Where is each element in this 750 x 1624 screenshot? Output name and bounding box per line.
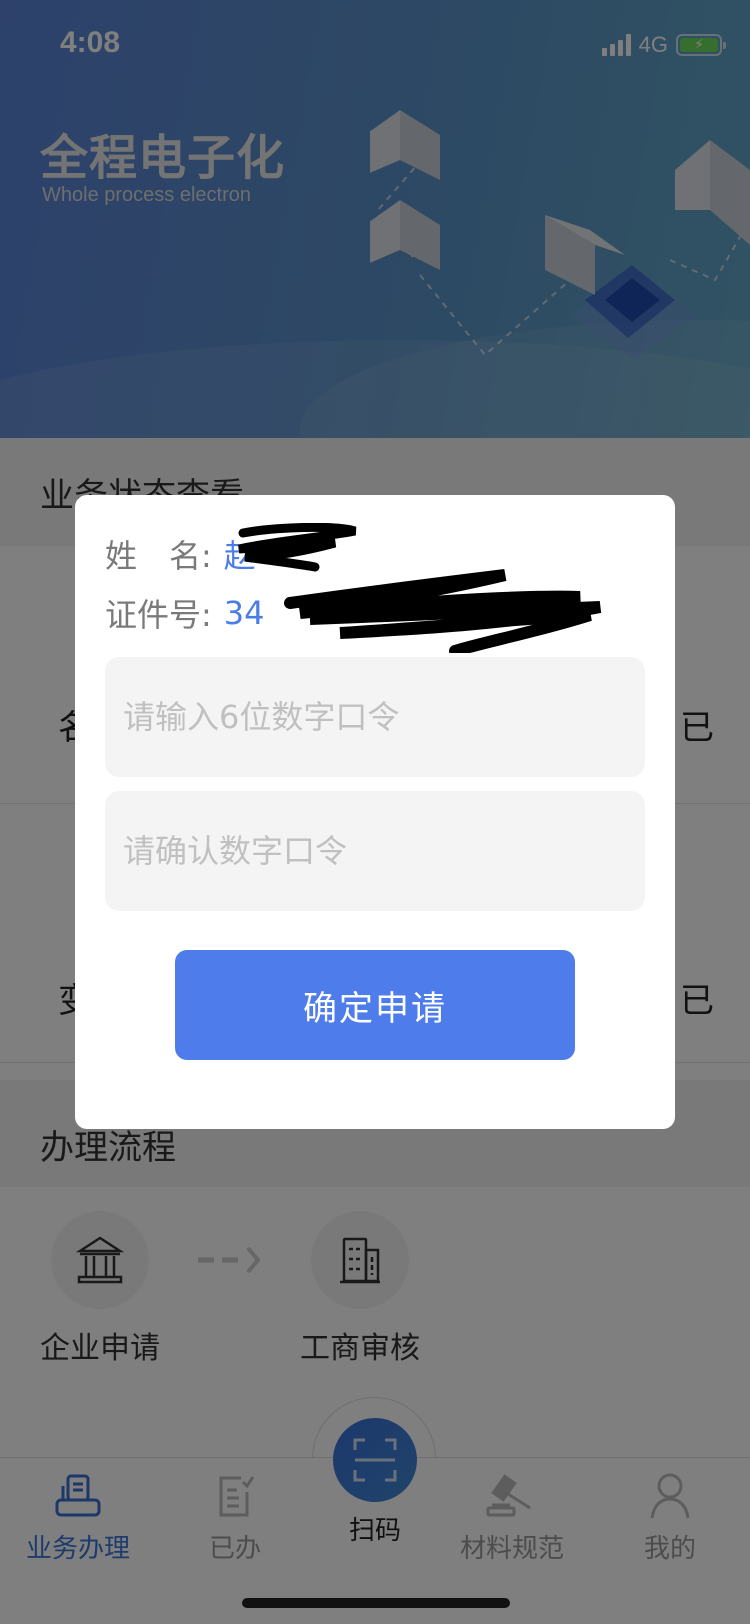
password-input[interactable] [105, 657, 645, 777]
name-label: 姓 名: [105, 537, 212, 575]
id-row: 证件号: 34 [105, 590, 265, 636]
app-screen: 4:08 4G ⚡ 全程电子化 Whole process electron [0, 0, 750, 1624]
submit-application-button[interactable]: 确定申请 [175, 950, 575, 1060]
name-value: 赵 [223, 537, 256, 575]
name-row: 姓 名: 赵 [105, 531, 256, 577]
redaction-scribble [284, 569, 602, 653]
password-dialog: 姓 名: 赵 证件号: 34 确定申请 [75, 495, 675, 1129]
confirm-password-input[interactable] [105, 791, 645, 911]
id-label: 证件号: [105, 596, 212, 634]
home-indicator[interactable] [242, 1598, 510, 1608]
id-value: 34 [223, 594, 265, 632]
